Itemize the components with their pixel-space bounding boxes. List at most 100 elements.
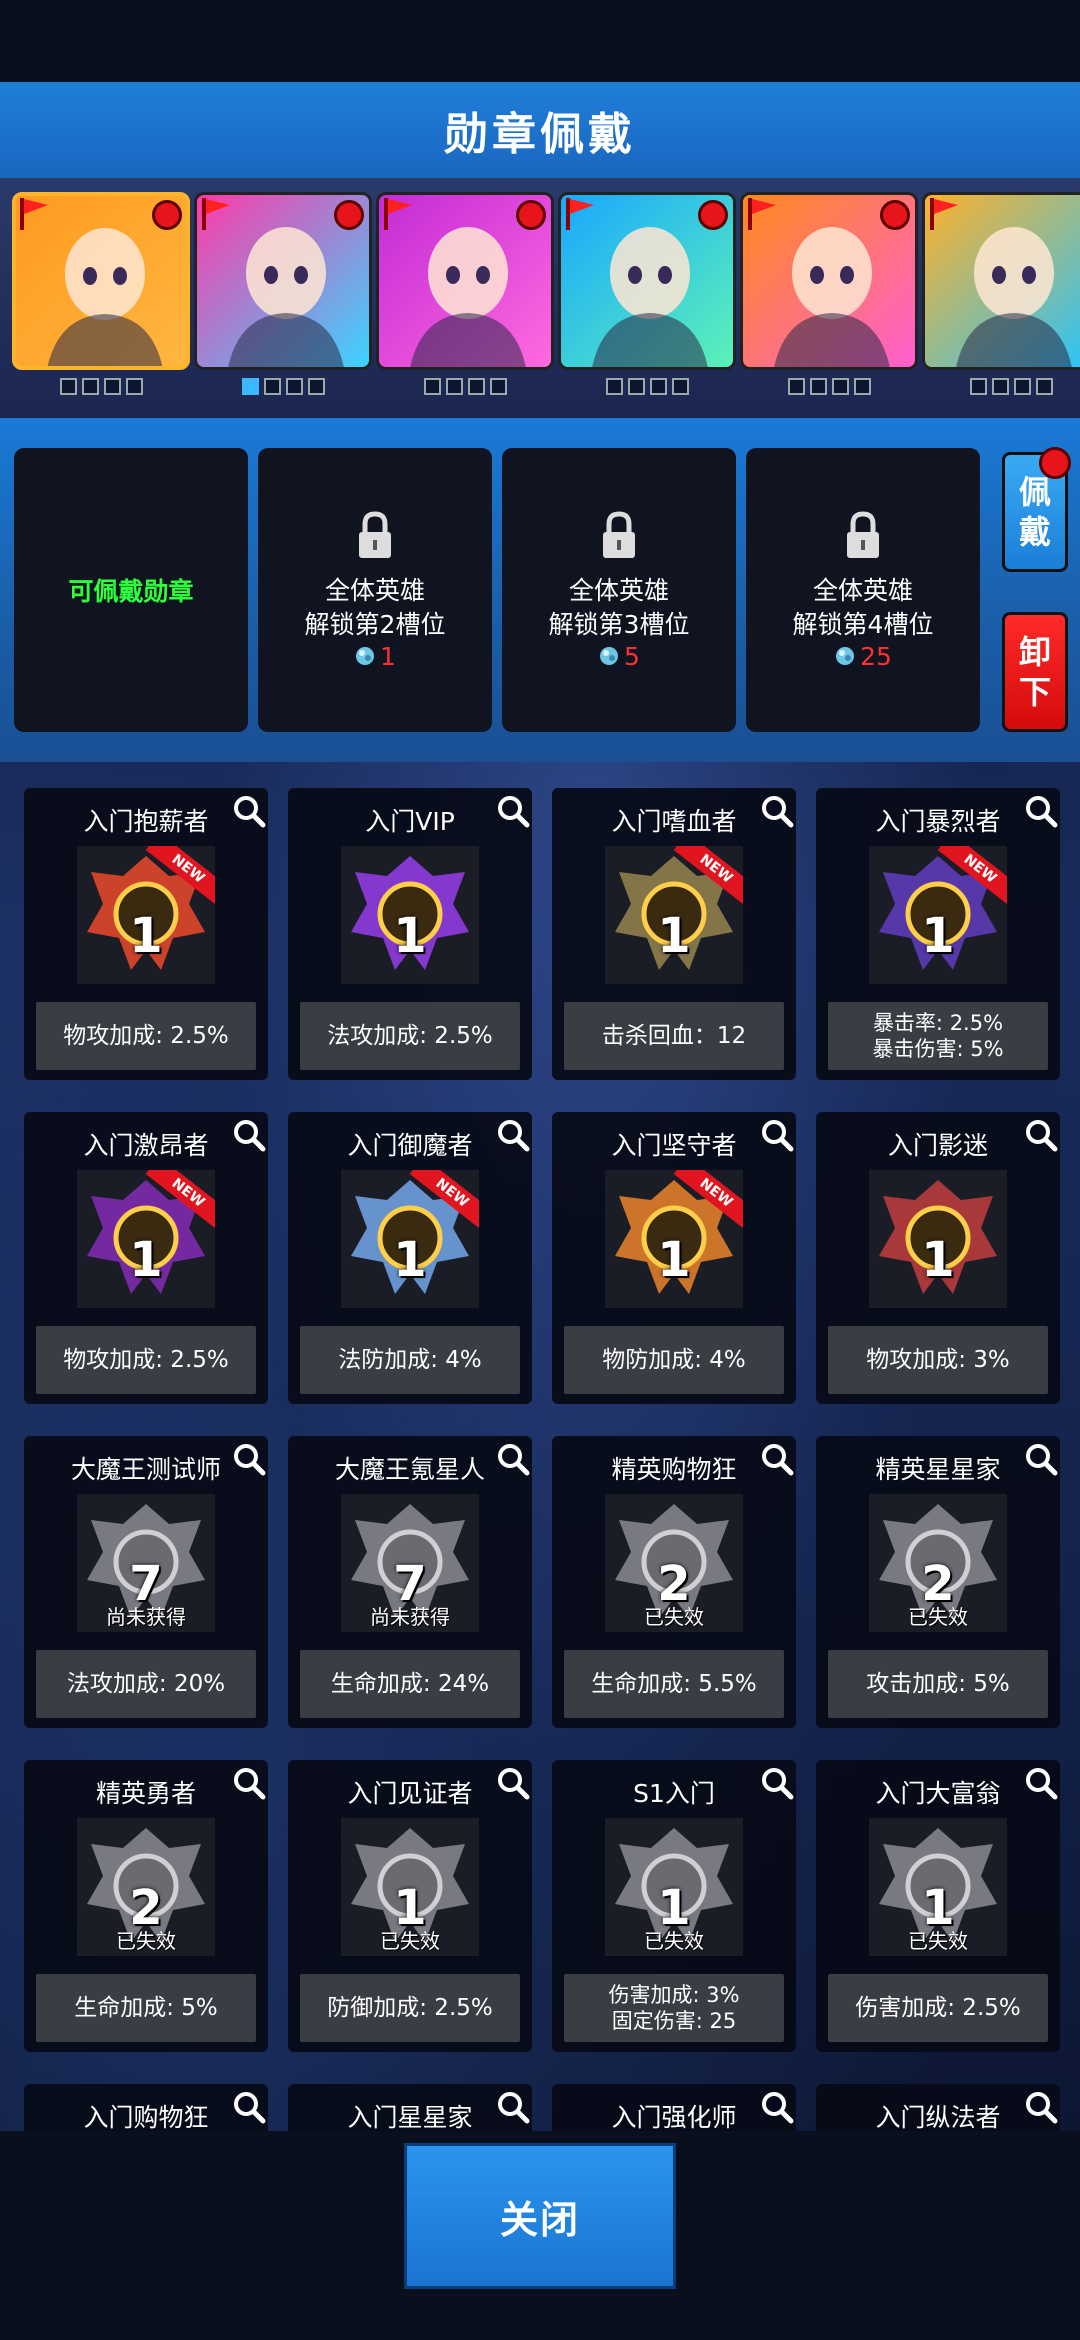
medal-image: 1 已失效 [341,1818,479,1956]
slot-indicator [649,378,667,395]
slot-indicator [241,378,259,395]
close-button-label: 关闭 [499,2197,580,2242]
medal-status: 已失效 [116,1929,176,1953]
medal-level: 1 [657,1232,691,1288]
wear-button[interactable]: 佩戴 [1002,447,1071,572]
search-icon[interactable] [494,1440,532,1478]
medal-slot-panel: 可佩戴勋章 全体英雄 解锁第2槽位 1 全体英雄 解锁第3槽位 5 全体英雄 解锁第4槽位 25… [0,418,1080,762]
search-icon[interactable] [230,2088,268,2126]
hero-selector [0,178,1080,418]
hero-slot-indicators [12,378,190,395]
medal-card[interactable]: 大魔王氪星人 7 尚未获得 生命加成: 24% [288,1436,532,1728]
medal-slot-locked[interactable]: 全体英雄 解锁第4槽位 25 [746,448,980,732]
medal-card[interactable]: 入门激昂者 NEW 1 物攻加成: 2.5% [24,1112,268,1404]
search-icon[interactable] [1022,1440,1060,1478]
search-icon[interactable] [1022,1764,1060,1802]
slot-indicator [59,378,77,395]
medal-card[interactable]: 入门VIP 1 法攻加成: 2.5% [288,788,532,1080]
medal-card[interactable]: 精英勇者 2 已失效 生命加成: 5% [24,1760,268,2052]
search-icon[interactable] [230,1116,268,1154]
medal-card[interactable]: 入门大富翁 1 已失效 伤害加成: 2.5% [816,1760,1060,2052]
medal-status: 已失效 [644,1929,704,1953]
lock-icon [603,510,635,558]
medal-slot-locked[interactable]: 全体英雄 解锁第3槽位 5 [502,448,736,732]
search-icon[interactable] [758,1764,796,1802]
search-icon[interactable] [1022,792,1060,830]
medal-stat-line: 伤害加成: 2.5% [855,1995,1021,2021]
medal-card[interactable]: 精英购物狂 2 已失效 生命加成: 5.5% [552,1436,796,1728]
medal-slot-locked[interactable]: 全体英雄 解锁第2槽位 1 [258,448,492,732]
hero-slot-indicators [194,378,372,395]
medal-card[interactable]: 大魔王测试师 7 尚未获得 法攻加成: 20% [24,1436,268,1728]
search-icon[interactable] [1022,1116,1060,1154]
notification-dot [152,200,182,230]
search-icon[interactable] [758,792,796,830]
medal-level: 1 [129,1232,163,1288]
medal-card[interactable]: 入门嗜血者 NEW 1 击杀回血：12 [552,788,796,1080]
search-icon[interactable] [230,1440,268,1478]
medal-card[interactable]: 入门坚守者 NEW 1 物防加成: 4% [552,1112,796,1404]
medal-image: 7 尚未获得 [77,1494,215,1632]
medal-image: NEW 1 [869,846,1007,984]
status-bar-area [0,0,1080,82]
hero-card[interactable] [558,192,736,395]
medal-image: 1 已失效 [605,1818,743,1956]
medal-card[interactable]: 入门影迷 1 物攻加成: 3% [816,1112,1060,1404]
close-button[interactable]: 关闭 [404,2143,676,2289]
medal-card[interactable]: 入门御魔者 NEW 1 法防加成: 4% [288,1112,532,1404]
hero-card[interactable] [194,192,372,395]
hero-card[interactable] [376,192,554,395]
hero-card[interactable] [12,192,190,395]
slot-cost-value: 1 [380,641,396,671]
medal-card[interactable]: 入门暴烈者 NEW 1 暴击率: 2.5% 暴击伤害: 5% [816,788,1060,1080]
medal-slot-1[interactable]: 可佩戴勋章 [14,448,248,732]
hero-card[interactable] [740,192,918,395]
medal-stat-line: 法防加成: 4% [338,1347,482,1373]
medal-card[interactable]: 精英星星家 2 已失效 攻击加成: 5% [816,1436,1060,1728]
medal-card[interactable]: 入门见证者 1 已失效 防御加成: 2.5% [288,1760,532,2052]
slot-indicator [285,378,303,395]
slot-unlock-text: 全体英雄 解锁第4槽位 [793,574,934,642]
medal-level: 1 [921,1232,955,1288]
slot-cost-value: 5 [624,641,640,671]
medal-grid: 入门抱薪者 NEW 1 物攻加成: 2.5% 入门VIP 1 法攻加成: 2.5% 入门嗜血者… [0,786,1080,2131]
medal-card[interactable]: S1入门 1 已失效 伤害加成: 3% 固定伤害: 25 [552,1760,796,2052]
search-icon[interactable] [230,1764,268,1802]
search-icon[interactable] [230,792,268,830]
search-icon[interactable] [758,1440,796,1478]
search-icon[interactable] [758,1116,796,1154]
search-icon[interactable] [494,2088,532,2126]
medal-image: 2 已失效 [77,1818,215,1956]
search-icon[interactable] [494,1764,532,1802]
gem-icon [356,647,375,665]
medal-card[interactable]: 入门强化师 [552,2084,796,2131]
flag-icon [930,198,958,230]
notification-dot [698,200,728,230]
slot-unlock-text: 全体英雄 解锁第2槽位 [305,574,446,642]
medal-stat: 防御加成: 2.5% [300,1974,520,2042]
medal-card[interactable]: 入门抱薪者 NEW 1 物攻加成: 2.5% [24,788,268,1080]
medal-card[interactable]: 入门购物狂 [24,2084,268,2131]
slot-line1: 全体英雄 [324,575,425,605]
slot-indicator [853,378,871,395]
medal-card[interactable]: 入门星星家 [288,2084,532,2131]
medal-stat-line: 固定伤害: 25 [611,2009,737,2033]
search-icon[interactable] [494,1116,532,1154]
flag-icon [566,198,594,230]
flag-icon [384,198,412,230]
search-icon[interactable] [494,792,532,830]
search-icon[interactable] [758,2088,796,2126]
hero-card[interactable] [922,192,1080,395]
medal-image: NEW 1 [341,1170,479,1308]
search-icon[interactable] [1022,2088,1060,2126]
medal-stat: 物攻加成: 3% [828,1326,1048,1394]
notification-dot [1039,447,1071,479]
medal-image: 2 已失效 [605,1494,743,1632]
medal-image: NEW 1 [605,846,743,984]
slot-indicator [307,378,325,395]
remove-button[interactable]: 卸下 [1002,612,1068,732]
slot-unlock-text: 全体英雄 解锁第3槽位 [549,574,690,642]
medal-stat: 法攻加成: 20% [36,1650,256,1718]
medal-card[interactable]: 入门纵法者 [816,2084,1060,2131]
slot-indicator [809,378,827,395]
